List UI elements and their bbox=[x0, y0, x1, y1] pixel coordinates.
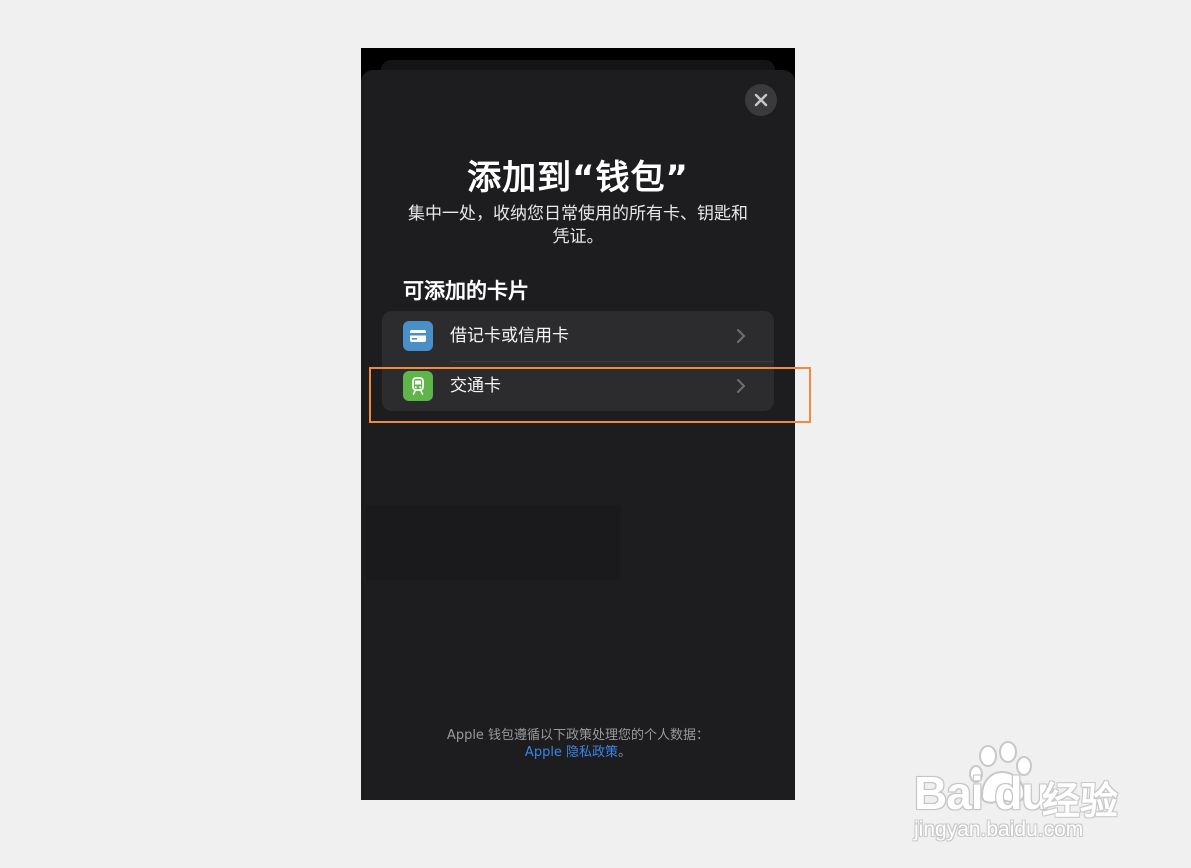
chevron-right-icon bbox=[737, 329, 745, 343]
privacy-text: Apple 钱包遵循以下政策处理您的个人数据： bbox=[446, 728, 710, 743]
section-title: 可添加的卡片 bbox=[403, 279, 529, 303]
list-item-label: 借记卡或信用卡 bbox=[450, 326, 569, 346]
close-icon bbox=[754, 93, 768, 107]
list-item-debit-credit-card[interactable]: 借记卡或信用卡 bbox=[382, 311, 774, 362]
privacy-policy-link[interactable]: Apple 隐私政策。 bbox=[361, 744, 795, 761]
faded-background-element bbox=[366, 505, 621, 580]
privacy-footer: Apple 钱包遵循以下政策处理您的个人数据： Apple 隐私政策。 bbox=[361, 727, 795, 761]
sheet-subtitle: 集中一处，收纳您日常使用的所有卡、钥匙和凭证。 bbox=[408, 204, 748, 247]
watermark-url: jingyan.baidu.com bbox=[914, 818, 1084, 841]
privacy-link-suffix: 。 bbox=[618, 745, 632, 760]
watermark-brand-cn: 经验 bbox=[1042, 779, 1119, 823]
close-button[interactable] bbox=[745, 84, 777, 116]
watermark-brand: Bai du bbox=[914, 767, 1050, 819]
credit-card-icon bbox=[403, 321, 433, 351]
baidu-jingyan-watermark: Bai du 经验 jingyan.baidu.com bbox=[912, 740, 1142, 850]
add-to-wallet-sheet: 添加到“钱包” 集中一处，收纳您日常使用的所有卡、钥匙和凭证。 可添加的卡片 借… bbox=[361, 70, 795, 800]
phone-screen: 添加到“钱包” 集中一处，收纳您日常使用的所有卡、钥匙和凭证。 可添加的卡片 借… bbox=[361, 48, 795, 800]
sheet-title: 添加到“钱包” bbox=[467, 158, 689, 198]
privacy-link-text: Apple 隐私政策 bbox=[524, 745, 619, 760]
highlight-annotation bbox=[369, 367, 811, 423]
